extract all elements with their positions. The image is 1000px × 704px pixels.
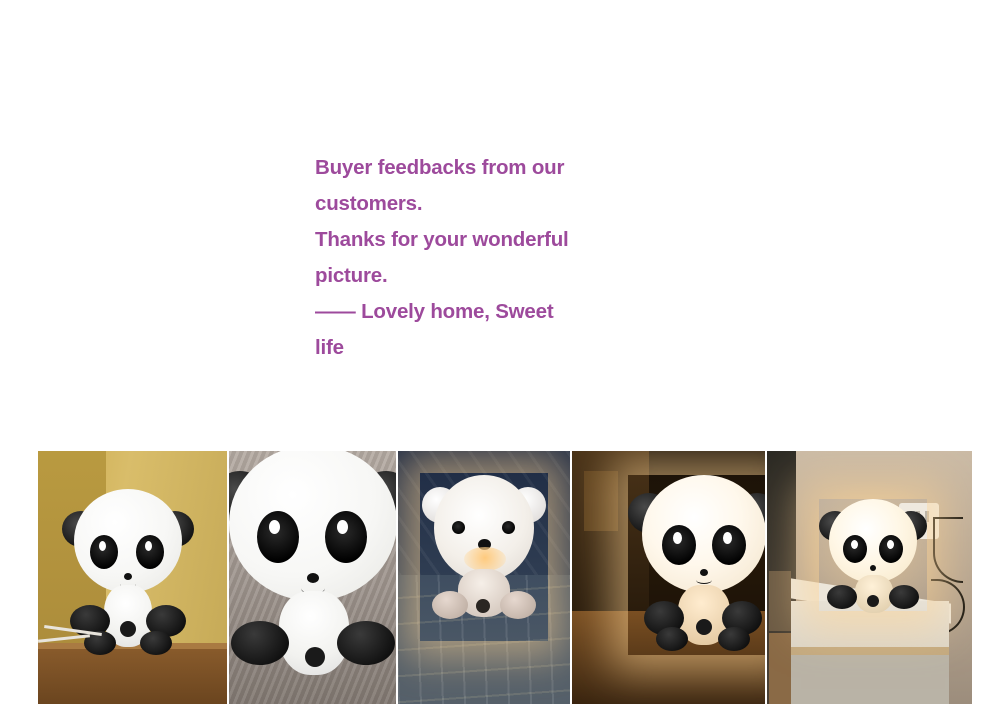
strip-photo-1[interactable]: Panda lamp unlit on a wooden shelf again… — [38, 451, 227, 704]
customer-photo-strip: Panda lamp unlit on a wooden shelf again… — [38, 451, 972, 704]
promo-text-block: Buyer feedbacks from our customers. Than… — [315, 150, 615, 366]
product-review-page: A2 M***a M. PL ★★★★★ Color: Panda 物流 Sel… — [0, 0, 1000, 704]
promo-line-2: customers. — [315, 192, 423, 215]
strip-photo-4[interactable]: Panda lamp glowing on a wooden table at … — [572, 451, 765, 704]
strip-photo-5[interactable]: Panda lamp glowing on a white desk near … — [767, 451, 972, 704]
promo-line-4: picture. — [315, 264, 388, 287]
promo-line-1: Buyer feedbacks from our — [315, 156, 565, 179]
promo-line-5: —— Lovely home, Sweet — [315, 300, 554, 323]
strip-photo-2[interactable]: Close-up of panda lamp face on a grey fl… — [229, 451, 396, 704]
promo-line-6: life — [315, 336, 344, 359]
strip-photo-3[interactable]: White bear lamp glowing on blue plaid be… — [398, 451, 570, 704]
promo-line-3: Thanks for your wonderful — [315, 228, 569, 251]
